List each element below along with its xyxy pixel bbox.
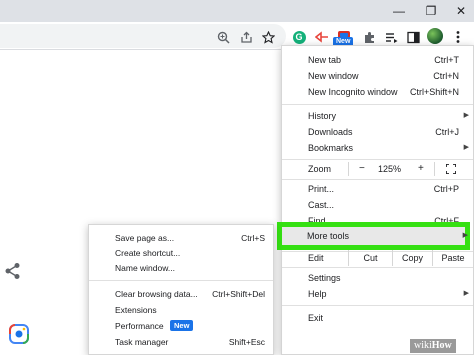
- page-share-icon[interactable]: [4, 262, 22, 280]
- red-extension-icon[interactable]: [313, 28, 331, 46]
- menu-item-shortcut: Ctrl+J: [435, 127, 459, 137]
- chevron-right-icon: ▶: [462, 232, 468, 239]
- submenu-item-extensions[interactable]: Extensions: [89, 303, 273, 318]
- menu-item-label: New Incognito window: [308, 87, 398, 97]
- menu-item-label: Cast...: [308, 200, 335, 210]
- zoom-divider: [434, 162, 435, 176]
- zoom-divider: [348, 162, 349, 176]
- submenu-item-label: Task manager: [115, 337, 169, 347]
- submenu-item-label: Save page as...: [115, 233, 175, 243]
- menu-item-label: Exit: [308, 313, 324, 323]
- copy-button[interactable]: Copy: [392, 250, 432, 266]
- menu-divider: [282, 179, 473, 180]
- submenu-item-task-manager[interactable]: Task manager Shift+Esc: [89, 335, 273, 350]
- submenu-item-create-shortcut[interactable]: Create shortcut...: [89, 246, 273, 261]
- cut-button[interactable]: Cut: [348, 250, 392, 266]
- paste-button[interactable]: Paste: [432, 250, 473, 266]
- performance-new-badge: New: [170, 320, 194, 331]
- menu-item-label: Edit: [308, 253, 324, 263]
- submenu-item-shortcut: Ctrl+Shift+Del: [212, 289, 265, 299]
- close-button[interactable]: ✕: [446, 0, 474, 22]
- menu-item-downloads[interactable]: Downloads Ctrl+J: [282, 124, 473, 140]
- chevron-right-icon: ▶: [463, 112, 469, 119]
- submenu-item-label: Clear browsing data...: [115, 289, 198, 299]
- grammarly-extension-icon[interactable]: G: [290, 28, 308, 46]
- watermark-brand: How: [431, 340, 452, 351]
- menu-item-exit[interactable]: Exit: [282, 310, 473, 326]
- minimize-button[interactable]: —: [384, 0, 414, 22]
- menu-item-label: Zoom: [308, 164, 332, 174]
- menu-divider: [89, 280, 273, 281]
- menu-item-label: New tab: [308, 55, 342, 65]
- menu-item-cast[interactable]: Cast...: [282, 197, 473, 213]
- menu-divider: [282, 305, 473, 306]
- menu-item-label: Settings: [308, 273, 341, 283]
- share-icon[interactable]: [237, 28, 255, 46]
- menu-item-settings[interactable]: Settings: [282, 270, 473, 286]
- zoom-out-button[interactable]: −: [359, 161, 365, 177]
- menu-divider: [282, 104, 473, 105]
- submenu-item-clear-browsing-data[interactable]: Clear browsing data... Ctrl+Shift+Del: [89, 287, 273, 302]
- reading-list-icon[interactable]: [382, 28, 400, 46]
- side-panel-icon[interactable]: [404, 28, 422, 46]
- avatar[interactable]: [427, 28, 443, 44]
- menu-item-label: History: [308, 111, 337, 121]
- menu-item-label: Downloads: [308, 127, 353, 137]
- puzzle-extensions-icon[interactable]: [360, 28, 378, 46]
- menu-divider: [282, 159, 473, 160]
- menu-item-shortcut: Ctrl+Shift+N: [409, 87, 459, 97]
- zoom-in-button[interactable]: +: [418, 161, 424, 177]
- submenu-item-label: Performance: [115, 321, 164, 331]
- menu-item-label: Bookmarks: [308, 143, 354, 153]
- more-tools-submenu: Save page as... Ctrl+S Create shortcut...…: [88, 224, 274, 355]
- menu-item-bookmarks[interactable]: Bookmarks ▶: [282, 140, 473, 156]
- menu-item-label: Help: [308, 289, 327, 299]
- menu-item-history[interactable]: History ▶: [282, 108, 473, 124]
- menu-divider: [282, 267, 473, 268]
- menu-item-shortcut: Ctrl+T: [434, 55, 459, 65]
- submenu-item-shortcut: Ctrl+S: [241, 233, 265, 243]
- menu-item-zoom: Zoom − 125% +: [282, 161, 473, 177]
- chrome-main-menu: New tab Ctrl+T New window Ctrl+N New Incog…: [281, 45, 474, 355]
- submenu-item-shortcut: Shift+Esc: [228, 337, 265, 347]
- menu-item-help[interactable]: Help ▶: [282, 286, 473, 302]
- title-bar: — ❐ ✕: [0, 0, 474, 22]
- wikihow-watermark: wikiHow: [410, 339, 456, 353]
- restore-button[interactable]: ❐: [416, 0, 446, 22]
- watermark-prefix: wiki: [414, 340, 432, 351]
- menu-item-label: More tools: [307, 231, 350, 241]
- menu-item-new-incognito[interactable]: New Incognito window Ctrl+Shift+N: [282, 84, 473, 100]
- zoom-icon[interactable]: [214, 28, 232, 46]
- menu-item-shortcut: Ctrl+N: [433, 71, 459, 81]
- submenu-item-save-page[interactable]: Save page as... Ctrl+S: [89, 231, 273, 246]
- menu-item-new-tab[interactable]: New tab Ctrl+T: [282, 52, 473, 68]
- zoom-level: 125%: [378, 164, 402, 174]
- menu-item-new-window[interactable]: New window Ctrl+N: [282, 68, 473, 84]
- menu-item-shortcut: Ctrl+P: [433, 184, 459, 194]
- menu-item-print[interactable]: Print... Ctrl+P: [282, 181, 473, 197]
- menu-item-label: New window: [308, 71, 359, 81]
- menu-item-label: Print...: [308, 184, 335, 194]
- submenu-item-label: Create shortcut...: [115, 248, 181, 258]
- menu-item-edit: Edit Cut Copy Paste: [282, 250, 473, 266]
- submenu-item-label: Extensions: [115, 305, 157, 315]
- submenu-item-label: Name window...: [115, 263, 175, 273]
- star-icon[interactable]: [259, 28, 277, 46]
- chevron-right-icon: ▶: [463, 144, 469, 151]
- google-lens-icon[interactable]: [8, 323, 30, 345]
- submenu-item-name-window[interactable]: Name window...: [89, 261, 273, 276]
- menu-item-more-tools[interactable]: More tools ▶: [281, 228, 470, 244]
- fullscreen-icon[interactable]: [445, 163, 457, 180]
- chevron-right-icon: ▶: [463, 290, 469, 297]
- kebab-menu-icon[interactable]: [449, 28, 467, 46]
